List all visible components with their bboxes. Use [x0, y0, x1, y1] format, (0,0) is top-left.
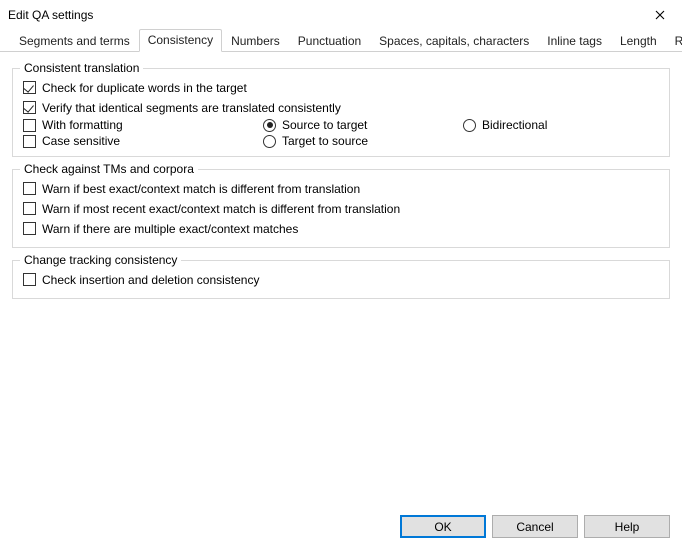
tab-segments-and-terms[interactable]: Segments and terms	[10, 30, 139, 52]
group-change-tracking: Change tracking consistency Check insert…	[12, 260, 670, 299]
tab-spaces-capitals-characters[interactable]: Spaces, capitals, characters	[370, 30, 538, 52]
tab-consistency[interactable]: Consistency	[139, 29, 222, 52]
tab-punctuation[interactable]: Punctuation	[289, 30, 370, 52]
radio-target-to-source[interactable]: Target to source	[263, 134, 463, 148]
radio-source-to-target[interactable]: Source to target	[263, 118, 463, 132]
tab-regex[interactable]: Regex	[666, 30, 682, 52]
cancel-button[interactable]: Cancel	[492, 515, 578, 538]
checkbox-icon	[23, 222, 36, 235]
checkbox-label: Verify that identical segments are trans…	[42, 101, 341, 115]
dialog-window: Edit QA settings Segments and terms Cons…	[0, 0, 682, 550]
close-icon	[655, 10, 665, 20]
group-legend: Check against TMs and corpora	[20, 162, 198, 176]
group-consistent-translation: Consistent translation Check for duplica…	[12, 68, 670, 157]
window-title: Edit QA settings	[8, 8, 93, 22]
tab-numbers[interactable]: Numbers	[222, 30, 289, 52]
checkbox-label: Check insertion and deletion consistency	[42, 273, 259, 287]
radio-icon	[463, 119, 476, 132]
radio-label: Source to target	[282, 118, 367, 132]
radio-label: Bidirectional	[482, 118, 547, 132]
case-sensitive[interactable]: Case sensitive	[23, 134, 263, 148]
radio-bidirectional[interactable]: Bidirectional	[463, 118, 659, 132]
checkbox-icon	[23, 135, 36, 148]
help-button[interactable]: Help	[584, 515, 670, 538]
check-insertion-deletion[interactable]: Check insertion and deletion consistency	[23, 273, 259, 287]
verify-identical-segments[interactable]: Verify that identical segments are trans…	[23, 101, 341, 115]
close-button[interactable]	[637, 0, 682, 30]
checkbox-label: Warn if there are multiple exact/context…	[42, 222, 298, 236]
checkbox-icon	[23, 81, 36, 94]
warn-best-match[interactable]: Warn if best exact/context match is diff…	[23, 182, 360, 196]
tabstrip: Segments and terms Consistency Numbers P…	[0, 30, 682, 52]
radio-icon	[263, 135, 276, 148]
warn-recent-match[interactable]: Warn if most recent exact/context match …	[23, 202, 400, 216]
radio-icon	[263, 119, 276, 132]
check-duplicate-words[interactable]: Check for duplicate words in the target	[23, 81, 247, 95]
checkbox-icon	[23, 101, 36, 114]
warn-multiple-matches[interactable]: Warn if there are multiple exact/context…	[23, 222, 298, 236]
checkbox-icon	[23, 273, 36, 286]
titlebar: Edit QA settings	[0, 0, 682, 30]
checkbox-icon	[23, 202, 36, 215]
ok-button[interactable]: OK	[400, 515, 486, 538]
tab-length[interactable]: Length	[611, 30, 666, 52]
checkbox-icon	[23, 182, 36, 195]
checkbox-label: With formatting	[42, 118, 123, 132]
radio-label: Target to source	[282, 134, 368, 148]
tab-content: Consistent translation Check for duplica…	[0, 52, 682, 507]
with-formatting[interactable]: With formatting	[23, 118, 263, 132]
group-legend: Change tracking consistency	[20, 253, 181, 267]
checkbox-label: Warn if most recent exact/context match …	[42, 202, 400, 216]
tab-inline-tags[interactable]: Inline tags	[538, 30, 611, 52]
checkbox-label: Warn if best exact/context match is diff…	[42, 182, 360, 196]
button-bar: OK Cancel Help	[0, 507, 682, 550]
group-check-tm-corpora: Check against TMs and corpora Warn if be…	[12, 169, 670, 248]
checkbox-icon	[23, 119, 36, 132]
checkbox-label: Case sensitive	[42, 134, 120, 148]
checkbox-label: Check for duplicate words in the target	[42, 81, 247, 95]
group-legend: Consistent translation	[20, 61, 143, 75]
